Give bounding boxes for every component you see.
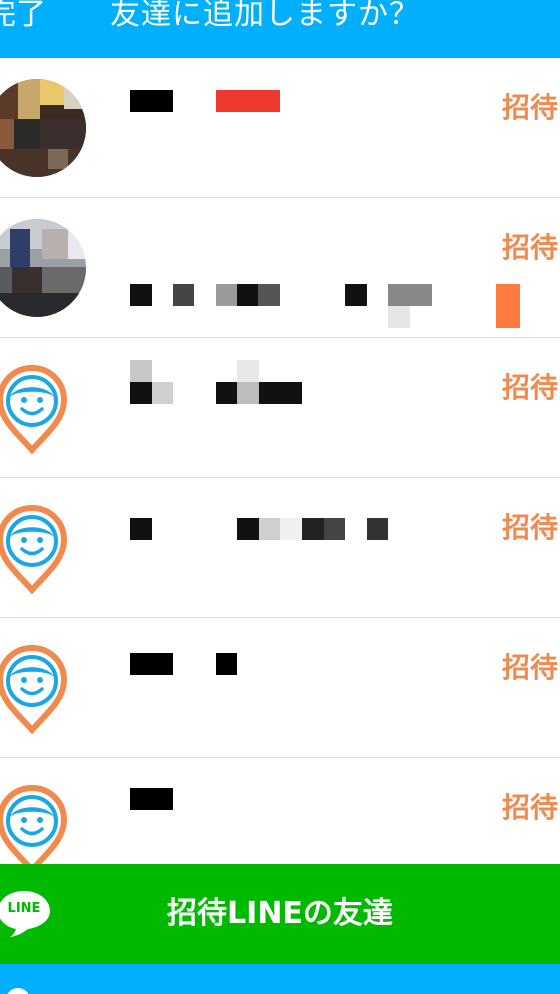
bottom-indicator <box>6 988 30 994</box>
default-avatar-icon <box>0 504 68 594</box>
invite-button[interactable]: 招待 <box>502 510 558 546</box>
invite-button[interactable]: 招待 <box>502 230 558 266</box>
invite-line-friends-label: 招待LINEの友達 <box>167 896 393 931</box>
default-avatar-icon <box>0 784 68 864</box>
bottom-bar <box>0 964 560 994</box>
avatar <box>0 79 86 177</box>
top-bar: 完了 友達に追加しますか？ <box>0 0 560 58</box>
contact-row[interactable]: 招待 <box>0 618 560 758</box>
invite-button[interactable]: 招待 <box>502 650 558 686</box>
invite-button[interactable]: 招待 <box>502 790 558 826</box>
invite-line-friends-button[interactable]: LINE 招待LINEの友達 <box>0 864 560 964</box>
default-avatar-icon <box>0 364 68 454</box>
contact-row[interactable]: 招待 <box>0 338 560 478</box>
invite-friends-screen: 完了 友達に追加しますか？ 招待 招待 招待 招待 招待 招待 LINE 招待L… <box>0 0 560 994</box>
avatar <box>0 219 86 317</box>
contact-row[interactable]: 招待 <box>0 478 560 618</box>
contact-row[interactable]: 招待 <box>0 198 560 338</box>
default-avatar-icon <box>0 644 68 734</box>
invite-button[interactable]: 招待 <box>502 370 558 406</box>
contact-list[interactable]: 招待 招待 招待 招待 招待 招待 <box>0 58 560 864</box>
page-title: 友達に追加しますか？ <box>110 0 420 32</box>
contact-row[interactable]: 招待 <box>0 58 560 198</box>
done-button[interactable]: 完了 <box>0 0 46 32</box>
invite-button[interactable]: 招待 <box>502 90 558 126</box>
invite-button-mask <box>496 284 520 328</box>
contact-row[interactable]: 招待 <box>0 758 560 864</box>
